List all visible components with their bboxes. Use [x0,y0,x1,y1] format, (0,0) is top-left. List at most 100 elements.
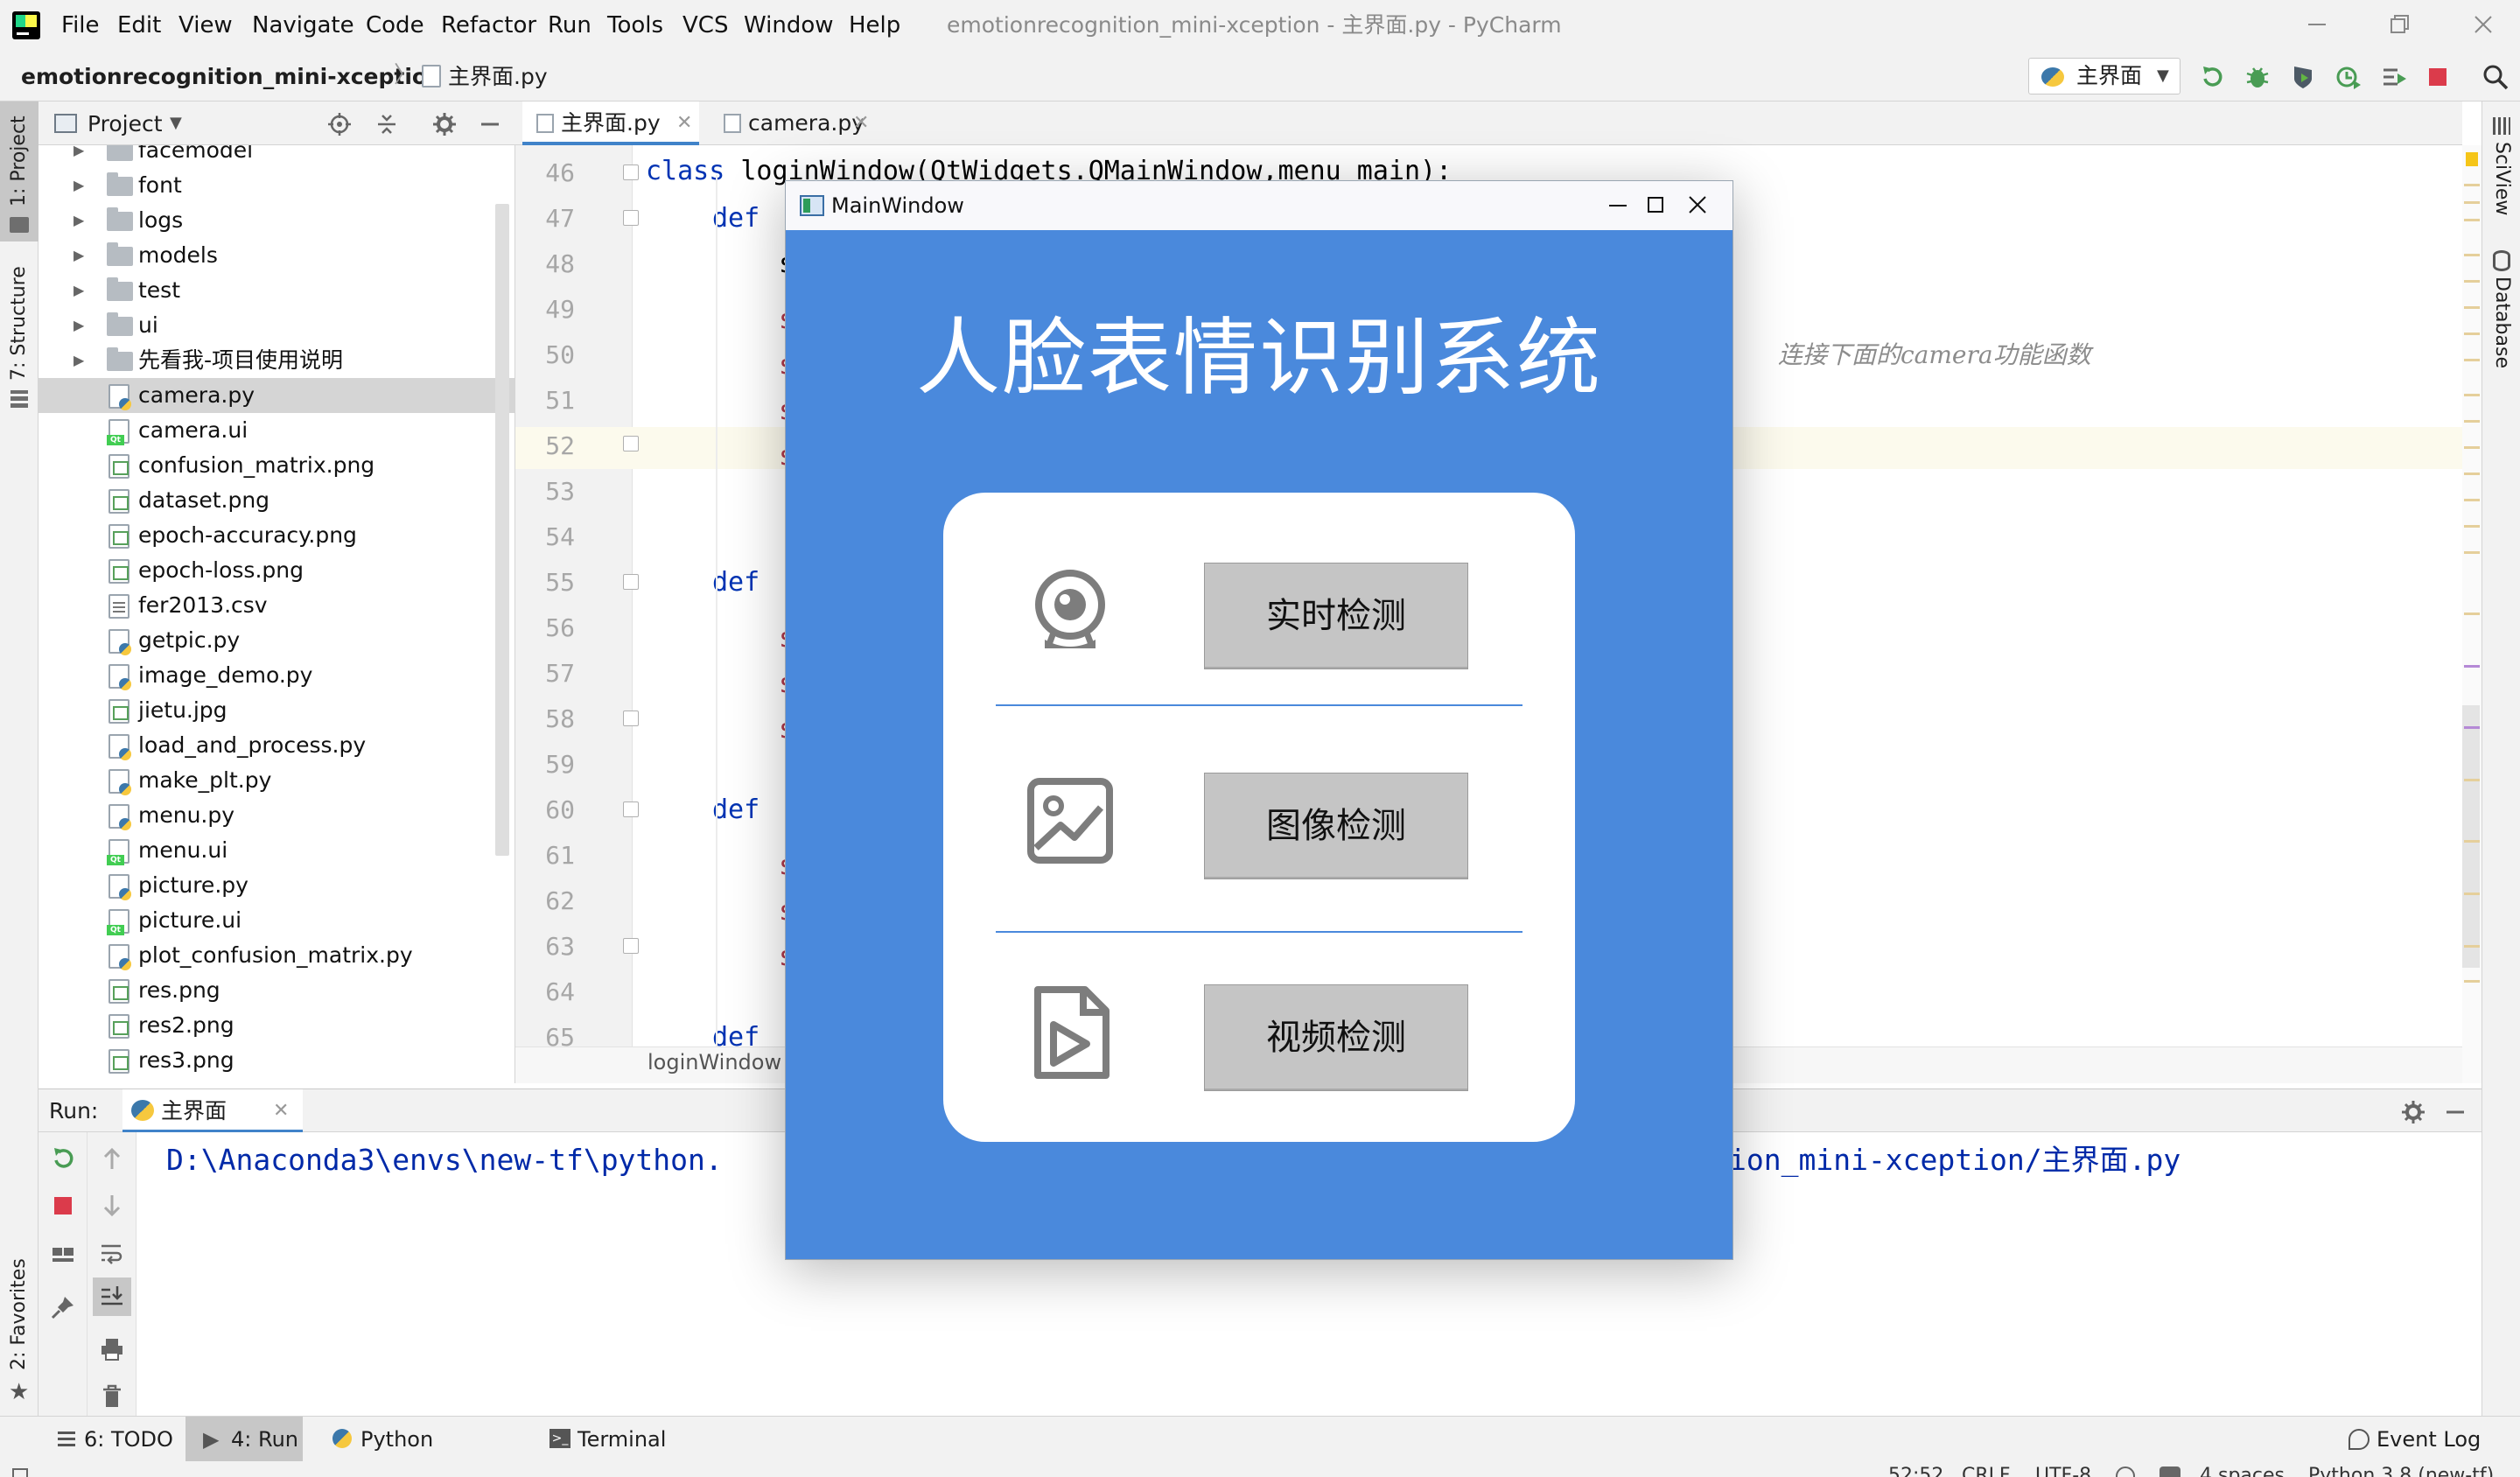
error-stripe-mark[interactable] [2464,551,2480,554]
tab-camera-py[interactable]: camera.py ✕ [710,102,878,145]
chevron-right-icon[interactable]: ▶ [74,350,84,371]
qt-title-bar[interactable]: MainWindow [786,181,1732,230]
database-tool-tab[interactable]: Database [2482,276,2520,368]
tree-file-item[interactable]: dataset.png [38,483,514,518]
qt-minimize-button[interactable] [1596,188,1640,223]
qt-close-button[interactable] [1675,188,1718,223]
error-stripe-mark[interactable] [2464,892,2480,895]
tab-main-py[interactable]: 主界面.py ✕ [522,102,699,145]
status-interpreter[interactable]: Python 3.8 (new-tf) [2308,1461,2494,1477]
gear-icon[interactable] [432,112,457,136]
error-stripe-mark[interactable] [2464,184,2480,186]
error-stripe-mark[interactable] [2464,525,2480,528]
layout-icon[interactable] [49,1242,77,1270]
restore-button[interactable] [2382,7,2417,42]
tree-folder-item[interactable]: ▶ models [38,238,514,273]
tree-folder-item[interactable]: ▶ font [38,168,514,203]
chevron-right-icon[interactable]: ▶ [74,245,84,266]
run-tab-main[interactable]: 主界面 ✕ [122,1089,303,1133]
status-indent[interactable]: 4 spaces [2200,1461,2285,1477]
tree-file-item[interactable]: image_demo.py [38,658,514,693]
qt-maximize-button[interactable] [1636,188,1675,223]
menu-navigate[interactable]: Navigate [252,9,354,42]
close-tab-icon[interactable]: ✕ [273,1097,289,1125]
sciview-tool-tab[interactable]: SciView [2482,142,2520,215]
tree-file-item[interactable]: make_plt.py [38,763,514,798]
error-stripe-mark[interactable] [2464,420,2480,423]
stop-icon[interactable] [2424,63,2452,91]
menu-edit[interactable]: Edit [117,9,161,42]
todo-tool-tab[interactable]: 6: TODO [52,1417,175,1462]
project-view-selector[interactable]: Project [88,110,163,138]
error-stripe-mark[interactable] [2464,201,2480,204]
fold-marker-icon[interactable] [623,710,639,726]
hide-panel-icon[interactable] [2443,1100,2468,1124]
rerun-icon[interactable] [2198,63,2226,91]
print-icon[interactable] [98,1335,126,1363]
menu-code[interactable]: Code [366,9,424,42]
tree-file-item[interactable]: camera.py [38,378,514,413]
menu-file[interactable]: File [61,9,100,42]
menu-help[interactable]: Help [849,9,900,42]
tree-file-item[interactable]: picture.py [38,868,514,903]
error-stripe-mark[interactable] [2464,332,2480,335]
project-tool-tab[interactable]: 1: Project [0,102,38,242]
fold-marker-icon[interactable] [623,938,639,954]
stop-icon[interactable] [49,1192,77,1220]
run-with-coverage-icon[interactable] [2289,63,2317,91]
error-stripe-mark[interactable] [2464,726,2480,729]
tree-file-item[interactable]: epoch-accuracy.png [38,518,514,553]
tree-file-item[interactable]: menu.ui [38,833,514,868]
error-stripe-mark[interactable] [2464,306,2480,309]
locate-file-icon[interactable] [327,112,352,136]
run-tool-tab[interactable]: ▶ 4: Run [186,1417,303,1462]
error-stripe-mark[interactable] [2464,359,2480,361]
chevron-right-icon[interactable]: ▶ [74,145,84,161]
gear-icon[interactable] [2401,1100,2426,1124]
chevron-right-icon[interactable]: ▶ [74,280,84,301]
favorites-tool-tab[interactable]: 2: Favorites ★ [0,1253,38,1410]
menu-run[interactable]: Run [548,9,592,42]
error-stripe-mark[interactable] [2464,499,2480,501]
tree-folder-item[interactable]: ▶ ui [38,308,514,343]
error-stripe-mark[interactable] [2464,472,2480,475]
fold-marker-icon[interactable] [623,210,639,226]
tree-file-item[interactable]: picture.ui [38,903,514,938]
pin-icon[interactable] [49,1293,77,1321]
image-detect-button[interactable]: 图像检测 [1204,773,1468,879]
fold-marker-icon[interactable] [623,436,639,452]
terminal-tool-tab[interactable]: >_ Terminal [546,1417,686,1462]
run-configuration-select[interactable]: 主界面 ▼ [2028,58,2180,94]
editor-scroll-thumb[interactable] [2462,705,2480,968]
rerun-icon[interactable] [49,1144,77,1172]
error-stripe-mark[interactable] [2464,980,2480,983]
project-tree-scrollbar[interactable] [495,204,509,856]
profile-icon[interactable] [2334,63,2362,91]
tree-file-item[interactable]: load_and_process.py [38,728,514,763]
event-log-tool-tab[interactable]: Event Log [2345,1417,2485,1462]
menu-refactor[interactable]: Refactor [441,9,536,42]
error-stripe-mark[interactable] [2464,840,2480,843]
debug-icon[interactable] [2244,63,2272,91]
error-stripe-mark[interactable] [2464,612,2480,615]
fold-marker-icon[interactable] [623,164,639,180]
chevron-down-icon[interactable]: ▼ [170,114,182,132]
chevron-right-icon[interactable]: ▶ [74,175,84,196]
error-stripe-mark[interactable] [2464,446,2480,449]
menu-view[interactable]: View [178,9,233,42]
tree-file-item[interactable]: camera.ui [38,413,514,448]
chevron-right-icon[interactable]: ▶ [74,210,84,231]
close-tab-icon[interactable]: ✕ [676,102,692,145]
structure-tool-tab[interactable]: 7: Structure [0,262,38,411]
close-window-button[interactable] [2466,7,2501,42]
soft-wrap-icon[interactable] [98,1239,126,1267]
error-stripe-mark[interactable] [2464,779,2480,781]
error-stripe-mark[interactable] [2464,945,2480,948]
chevron-right-icon[interactable]: ▶ [74,315,84,336]
status-encoding[interactable]: UTF-8 [2035,1461,2091,1477]
hide-panel-icon[interactable] [478,112,502,136]
tree-file-item[interactable]: menu.py [38,798,514,833]
minimize-button[interactable] [2300,7,2334,42]
menu-window[interactable]: Window [744,9,834,42]
tree-file-item[interactable]: epoch-loss.png [38,553,514,588]
